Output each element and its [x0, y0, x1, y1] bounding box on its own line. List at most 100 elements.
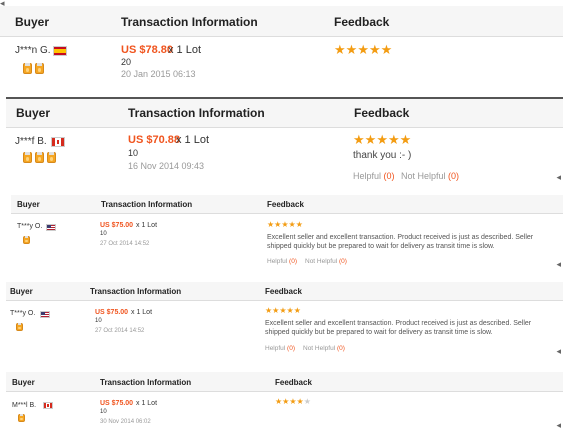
buyer-header: Buyer	[10, 287, 33, 296]
left-arrow-icon: ◂	[556, 259, 561, 269]
buyer-name: J***n G.	[15, 45, 51, 56]
not-helpful-count: (0)	[336, 345, 345, 352]
medal-icon	[23, 63, 32, 74]
feedback-comment-line2: shipped quickly but be prepared to wait …	[265, 329, 493, 336]
feedback-comment-line1: Excellent seller and excellent transacti…	[267, 234, 534, 241]
flag-canada-icon	[51, 137, 65, 147]
helpful-link[interactable]: Helpful (0)	[353, 171, 395, 181]
helpful-label[interactable]: Helpful	[267, 258, 287, 265]
star-icon: ★	[289, 397, 297, 406]
helpful-count: (0)	[383, 171, 395, 181]
not-helpful-label[interactable]: Not Helpful	[303, 345, 335, 352]
date: 27 Oct 2014 14:52	[95, 328, 145, 334]
feedback-header: Feedback	[275, 378, 312, 387]
not-helpful-label[interactable]: Not Helpful	[401, 171, 446, 181]
helpful-link[interactable]: Helpful (0)	[265, 345, 295, 352]
review-block-5: Buyer Transaction Information Feedback M…	[6, 372, 563, 439]
lot: x 1 Lot	[131, 309, 153, 316]
left-arrow-icon: ◂	[0, 0, 5, 8]
medal-icon	[23, 236, 30, 244]
quantity: 20	[121, 57, 132, 67]
medal-icon	[23, 152, 32, 163]
star-icon: ★	[364, 132, 377, 147]
star-icon: ★	[295, 220, 303, 229]
review-block-2: Buyer Transaction Information Feedback J…	[6, 97, 563, 187]
not-helpful-link[interactable]: Not Helpful (0)	[305, 258, 347, 265]
not-helpful-count: (0)	[338, 258, 347, 265]
flag-usa-icon	[40, 311, 50, 318]
feedback-comment-line1: Excellent seller and excellent transacti…	[265, 320, 532, 327]
buyer-name: J***f B.	[15, 136, 47, 147]
rating-stars: ★★★★★	[265, 306, 301, 315]
review-block-4: Buyer Transaction Information Feedback T…	[6, 282, 563, 364]
date: 16 Nov 2014 09:43	[128, 161, 205, 171]
buyer-name: T***y O.	[17, 223, 43, 230]
price: US $75.00	[95, 309, 129, 316]
transaction-header: Transaction Information	[90, 287, 182, 296]
quantity: 10	[100, 231, 107, 237]
price: US $78.80	[121, 44, 173, 56]
star-icon: ★	[281, 220, 289, 229]
star-icon: ★	[345, 42, 358, 57]
buyer-name: T***y O.	[10, 310, 36, 317]
not-helpful-count: (0)	[448, 171, 460, 181]
flag-usa-icon	[46, 224, 56, 231]
date: 27 Oct 2014 14:52	[100, 241, 150, 247]
medal-icon	[16, 323, 23, 331]
left-arrow-icon: ◂	[556, 172, 561, 182]
not-helpful-link[interactable]: Not Helpful (0)	[401, 171, 459, 181]
price: US $75.00	[100, 222, 134, 229]
medal-icon	[35, 152, 44, 163]
lot: x 1 Lot	[136, 222, 158, 229]
rating-stars: ★★★★★	[334, 42, 392, 58]
star-icon: ★	[279, 306, 287, 315]
date: 20 Jan 2015 06:13	[121, 69, 196, 79]
left-arrow-icon: ◂	[556, 420, 561, 430]
transaction-header: Transaction Information	[100, 378, 192, 387]
left-arrow-icon: ◂	[556, 346, 561, 356]
feedback-comment-line2: shipped quickly but be prepared to wait …	[267, 243, 495, 250]
quantity: 10	[128, 148, 139, 158]
star-icon: ★	[296, 397, 304, 406]
lot: x 1 Lot	[136, 400, 158, 407]
price: US $75.00	[100, 400, 134, 407]
feedback-header: Feedback	[267, 200, 304, 209]
medal-icon	[18, 414, 25, 422]
review-block-3: Buyer Transaction Information Feedback T…	[11, 195, 563, 275]
not-helpful-label[interactable]: Not Helpful	[305, 258, 337, 265]
star-icon: ★	[368, 42, 381, 57]
flag-canada-icon	[43, 402, 53, 409]
rating-stars: ★★★★★	[353, 132, 411, 148]
medal-icon	[35, 63, 44, 74]
star-icon: ★	[387, 132, 400, 147]
buyer-header: Buyer	[17, 200, 40, 209]
lot: x 1 Lot	[168, 44, 202, 56]
not-helpful-link[interactable]: Not Helpful (0)	[303, 345, 345, 352]
buyer-header: Buyer	[12, 378, 35, 387]
feedback-header: Feedback	[354, 106, 410, 120]
price: US $70.88	[128, 134, 180, 146]
star-icon: ★	[293, 306, 301, 315]
helpful-count: (0)	[287, 345, 295, 352]
star-icon: ★	[376, 132, 388, 147]
feedback-comment: thank you :- )	[353, 150, 412, 161]
review-block-1: Buyer Transaction Information Feedback J…	[0, 6, 563, 93]
quantity: 10	[100, 409, 107, 415]
transaction-header: Transaction Information	[128, 106, 265, 120]
review-header-2	[6, 99, 563, 128]
helpful-count: (0)	[289, 258, 297, 265]
buyer-header: Buyer	[16, 106, 51, 120]
star-icon: ★	[357, 42, 369, 57]
rating-stars: ★★★★★	[267, 220, 303, 229]
star-icon: ★	[288, 220, 296, 229]
helpful-label[interactable]: Helpful	[353, 171, 381, 181]
rating-stars: ★★★★★	[275, 397, 311, 406]
helpful-link[interactable]: Helpful (0)	[267, 258, 297, 265]
transaction-header: Transaction Information	[101, 200, 193, 209]
helpful-label[interactable]: Helpful	[265, 345, 285, 352]
buyer-header: Buyer	[15, 15, 50, 29]
medal-icon	[47, 152, 56, 163]
lot: x 1 Lot	[176, 134, 210, 146]
star-icon: ★	[353, 132, 365, 147]
feedback-header: Feedback	[334, 15, 390, 29]
